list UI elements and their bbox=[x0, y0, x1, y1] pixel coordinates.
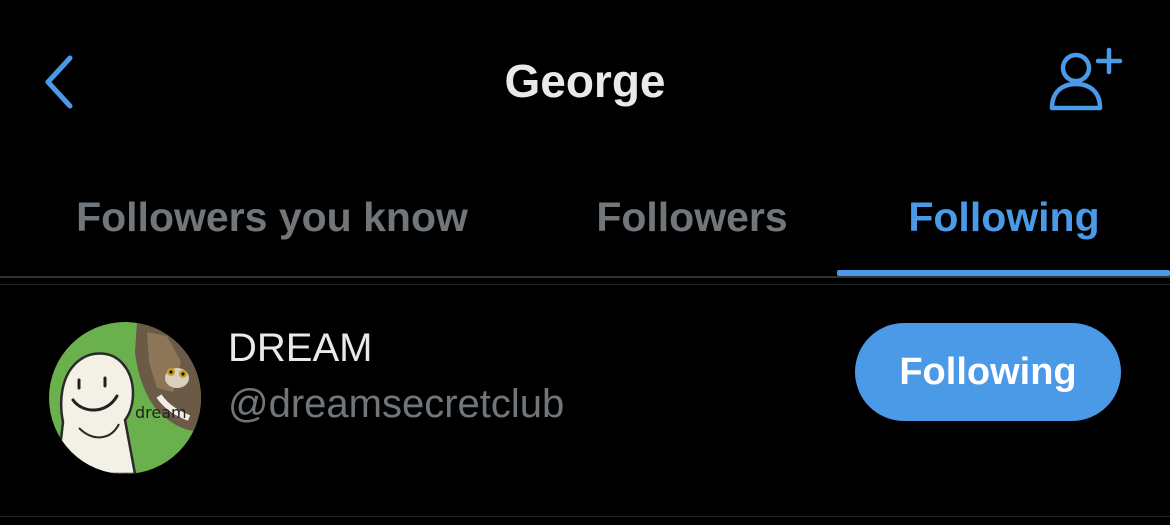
page-title: George bbox=[504, 55, 666, 107]
row-divider bbox=[0, 516, 1170, 517]
tab-following[interactable]: Following bbox=[838, 160, 1170, 274]
avatar-image: dream bbox=[49, 322, 201, 474]
tab-bar: Followers you know Followers Following bbox=[0, 160, 1170, 278]
avatar[interactable]: dream bbox=[49, 322, 201, 474]
add-user-icon bbox=[1049, 47, 1123, 111]
tab-divider bbox=[0, 276, 1170, 278]
tab-followers[interactable]: Followers bbox=[556, 160, 828, 274]
list-item[interactable]: dream DREAM @dreamsecretclub Following bbox=[0, 286, 1170, 514]
user-display-name[interactable]: DREAM bbox=[228, 324, 372, 372]
add-user-button[interactable] bbox=[1044, 44, 1128, 116]
following-button[interactable]: Following bbox=[855, 323, 1121, 421]
avatar-lettering: dream bbox=[135, 403, 187, 422]
list-divider bbox=[0, 284, 1170, 285]
user-handle: @dreamsecretclub bbox=[228, 382, 565, 426]
tab-followers-you-know[interactable]: Followers you know bbox=[30, 160, 514, 274]
top-bar: George bbox=[0, 0, 1170, 160]
